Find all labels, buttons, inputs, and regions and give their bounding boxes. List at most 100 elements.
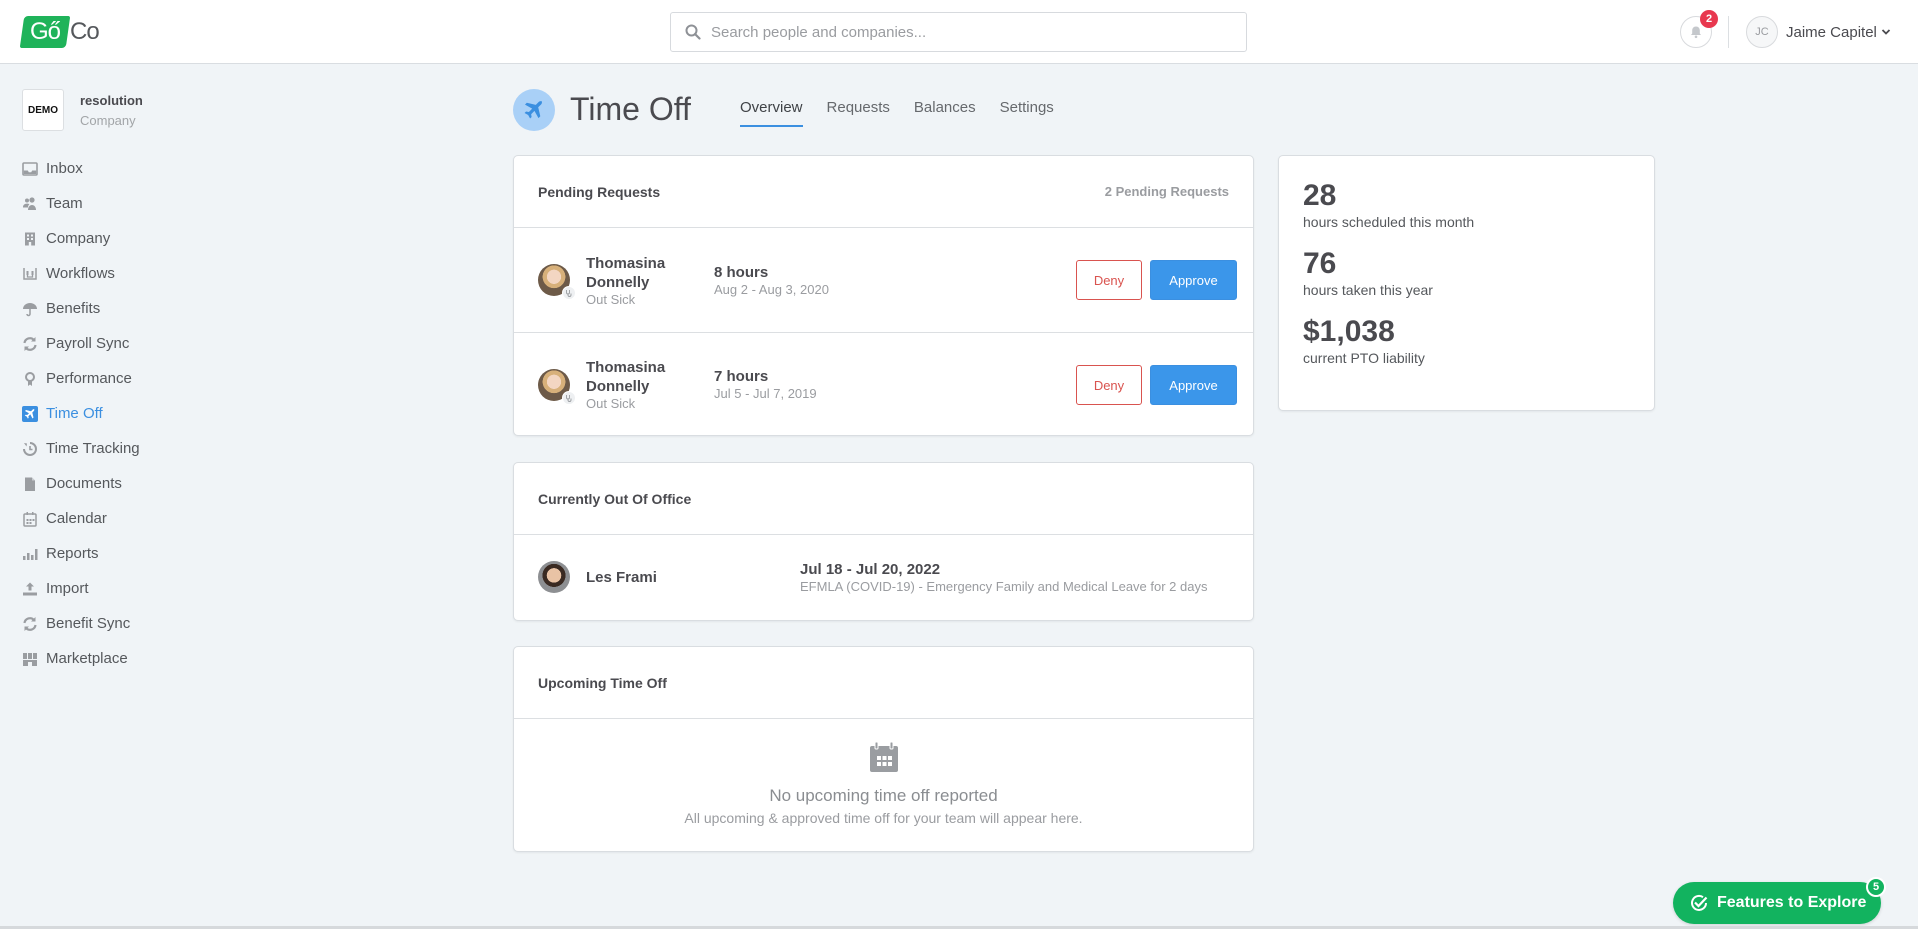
empty-state: No upcoming time off reported All upcomi… — [514, 719, 1253, 826]
logo-mark: Gő — [19, 16, 71, 48]
company-type: Company — [80, 112, 136, 128]
sidebar-item-calendar[interactable]: Calendar — [22, 501, 140, 536]
empty-state-title: No upcoming time off reported — [769, 786, 998, 805]
stat-hours-scheduled: 28 hours scheduled this month — [1303, 180, 1630, 231]
sidebar-item-reports[interactable]: Reports — [22, 536, 140, 571]
deny-button[interactable]: Deny — [1076, 260, 1142, 300]
sidebar-item-benefit-sync[interactable]: Benefit Sync — [22, 606, 140, 641]
pending-requests-card: Pending Requests 2 Pending Requests Thom… — [513, 155, 1254, 436]
tab-balances[interactable]: Balances — [914, 99, 976, 127]
marketplace-icon — [22, 651, 38, 667]
sidebar-item-label: Company — [46, 230, 111, 247]
sidebar-item-inbox[interactable]: Inbox — [22, 151, 140, 186]
tab-overview[interactable]: Overview — [740, 99, 803, 127]
stat-value: 76 — [1303, 247, 1337, 280]
employee-name[interactable]: Les Frami — [586, 569, 800, 586]
sidebar-item-label: Import — [46, 580, 89, 597]
features-label: Features to Explore — [1717, 894, 1867, 911]
sidebar-item-label: Marketplace — [46, 650, 128, 667]
sync-icon — [22, 336, 38, 352]
leave-description: EFMLA (COVID-19) - Emergency Family and … — [800, 578, 1208, 594]
stat-value: $1,038 — [1303, 315, 1395, 348]
empty-state-subtitle: All upcoming & approved time off for you… — [684, 810, 1083, 826]
header-divider — [1728, 16, 1729, 48]
sidebar-item-label: Benefit Sync — [46, 615, 131, 632]
time-off-page-icon — [513, 89, 555, 131]
employee-avatar[interactable] — [538, 368, 576, 405]
stat-label: current PTO liability — [1303, 350, 1425, 366]
employee-name[interactable]: Thomasina Donnelly — [586, 254, 714, 292]
pending-request-row: Thomasina Donnelly Out Sick 8 hours Aug … — [514, 228, 1253, 332]
clock-icon — [22, 441, 38, 457]
sidebar-item-label: Performance — [46, 370, 132, 387]
features-count-badge: 5 — [1866, 877, 1886, 897]
sidebar-item-label: Time Tracking — [46, 440, 140, 457]
employee-name[interactable]: Thomasina Donnelly — [586, 358, 714, 396]
out-of-office-card: Currently Out Of Office Les Frami Jul 18… — [513, 462, 1254, 621]
user-menu[interactable]: JC Jaime Capitel — [1746, 16, 1891, 48]
search-input[interactable] — [711, 23, 1231, 41]
sidebar-item-label: Payroll Sync — [46, 335, 130, 352]
sidebar-item-time-off[interactable]: Time Off — [22, 396, 140, 431]
sidebar-item-label: Documents — [46, 475, 122, 492]
search-box[interactable] — [670, 12, 1247, 52]
company-logo: DEMO — [22, 89, 64, 131]
approve-button[interactable]: Approve — [1150, 260, 1237, 300]
deny-button[interactable]: Deny — [1076, 365, 1142, 405]
sidebar-item-label: Time Off — [46, 405, 103, 422]
tab-settings[interactable]: Settings — [1000, 99, 1054, 127]
calendar-icon — [869, 741, 898, 772]
sidebar-item-label: Team — [46, 195, 83, 212]
stat-label: hours taken this year — [1303, 282, 1433, 298]
sidebar-item-payroll-sync[interactable]: Payroll Sync — [22, 326, 140, 361]
check-circle-icon — [1691, 894, 1708, 911]
logo-left-text: Gő — [29, 18, 60, 45]
sidebar-nav: Inbox Team Company Workflows Benefits Pa… — [22, 151, 140, 676]
card-title: Pending Requests — [538, 183, 661, 200]
sidebar-item-company[interactable]: Company — [22, 221, 140, 256]
goco-logo[interactable]: Gő Co — [19, 16, 100, 48]
tab-requests[interactable]: Requests — [827, 99, 890, 127]
approve-button[interactable]: Approve — [1150, 365, 1237, 405]
time-off-type: Out Sick — [586, 396, 636, 411]
workflow-icon — [22, 266, 38, 282]
card-title: Currently Out Of Office — [538, 490, 692, 507]
sidebar-item-benefits[interactable]: Benefits — [22, 291, 140, 326]
features-to-explore-button[interactable]: Features to Explore — [1673, 882, 1881, 924]
sidebar-item-label: Inbox — [46, 160, 83, 177]
inbox-icon — [22, 161, 38, 177]
award-icon — [22, 371, 38, 387]
sidebar-item-label: Workflows — [46, 265, 115, 282]
document-icon — [22, 476, 38, 492]
card-header: Upcoming Time Off — [514, 647, 1253, 719]
sidebar-item-marketplace[interactable]: Marketplace — [22, 641, 140, 676]
team-icon — [22, 196, 38, 212]
request-dates: Jul 5 - Jul 7, 2019 — [714, 386, 817, 401]
pending-request-row: Thomasina Donnelly Out Sick 7 hours Jul … — [514, 332, 1253, 436]
sidebar-item-documents[interactable]: Documents — [22, 466, 140, 501]
sidebar-item-performance[interactable]: Performance — [22, 361, 140, 396]
airplane-icon — [524, 100, 543, 119]
card-title: Upcoming Time Off — [538, 674, 667, 691]
pending-count: 2 Pending Requests — [1104, 184, 1229, 199]
bar-chart-icon — [22, 546, 38, 562]
employee-avatar[interactable] — [538, 561, 570, 593]
employee-avatar[interactable] — [538, 264, 576, 300]
building-icon — [22, 231, 38, 247]
request-dates: Aug 2 - Aug 3, 2020 — [714, 281, 829, 297]
sidebar-item-time-tracking[interactable]: Time Tracking — [22, 431, 140, 466]
stat-pto-liability: $1,038 current PTO liability — [1303, 315, 1630, 367]
sidebar-item-workflows[interactable]: Workflows — [22, 256, 140, 291]
stat-hours-taken: 76 hours taken this year — [1303, 247, 1630, 299]
leave-dates: Jul 18 - Jul 20, 2022 — [800, 560, 941, 578]
user-name: Jaime Capitel — [1786, 23, 1877, 41]
sidebar-item-team[interactable]: Team — [22, 186, 140, 221]
company-name: resolution — [80, 92, 143, 108]
company-switcher[interactable]: DEMO resolution Company — [22, 89, 143, 131]
card-header: Currently Out Of Office — [514, 463, 1253, 535]
sync-icon — [22, 616, 38, 632]
umbrella-icon — [22, 301, 38, 317]
sidebar-item-import[interactable]: Import — [22, 571, 140, 606]
top-bar: Gő Co 2 JC Jaime Capitel — [0, 0, 1918, 64]
notification-count-badge: 2 — [1700, 10, 1718, 28]
